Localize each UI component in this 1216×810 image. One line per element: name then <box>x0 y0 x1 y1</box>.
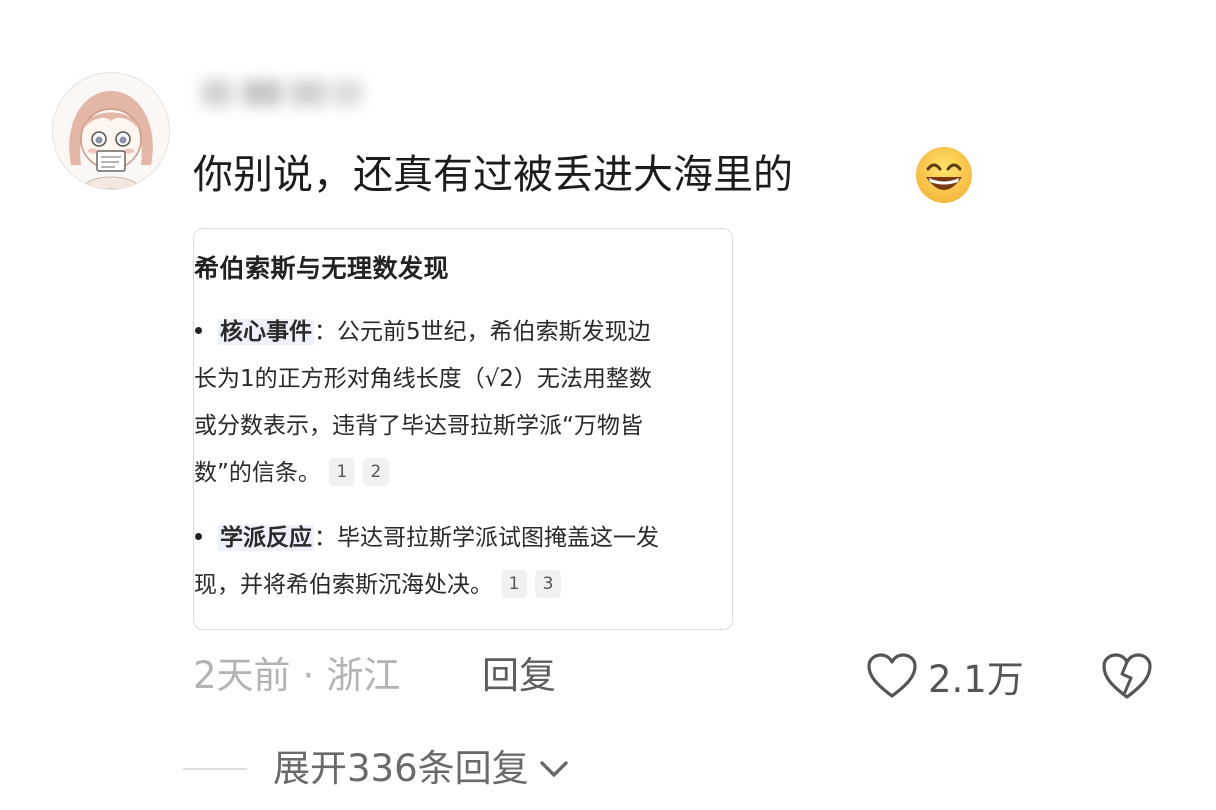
bullet-school-reaction: 学派反应：毕达哥拉斯学派试图掩盖这一发 现，并将希伯索斯沉海处决。 1 3 <box>194 515 732 609</box>
bullet-term: 学派反应 <box>218 525 314 551</box>
bullet-line: 学派反应：毕达哥拉斯学派试图掩盖这一发 <box>194 515 732 562</box>
bullet-text: 现，并将希伯索斯沉海处决。 <box>194 572 493 598</box>
bullet-text: ：毕达哥拉斯学派试图掩盖这一发 <box>314 525 659 551</box>
bullet-term: 核心事件 <box>218 319 314 345</box>
comment-text: 你别说，还真有过被丢进大海里的 <box>193 152 793 198</box>
meta-separator: · <box>302 654 315 697</box>
citation-badge[interactable]: 3 <box>535 569 561 598</box>
grinning-face-icon <box>916 147 972 203</box>
username-blurred[interactable] <box>172 66 372 120</box>
broken-heart-icon[interactable] <box>1100 650 1154 702</box>
citation-badge[interactable]: 2 <box>362 457 389 486</box>
bullet-line: 现，并将希伯索斯沉海处决。 1 3 <box>194 562 732 609</box>
bullet-line: 数”的信条。 1 2 <box>194 450 732 497</box>
citation-badge[interactable]: 1 <box>328 457 355 486</box>
bullet-text: 或分数表示，违背了毕达哥拉斯学派“万物皆 <box>194 413 643 439</box>
avatar-illustration <box>53 73 169 189</box>
ai-summary-card[interactable]: 希伯索斯与无理数发现 核心事件：公元前5世纪，希伯索斯发现边 长为1的正方形对角… <box>193 228 733 630</box>
bullet-dot <box>195 327 202 334</box>
like-button[interactable]: 2.1万 <box>866 648 1024 704</box>
bullet-line: 核心事件：公元前5世纪，希伯索斯发现边 <box>194 309 732 356</box>
expand-replies-button[interactable]: 展开336条回复 <box>273 742 571 796</box>
bullet-text: 长为1的正方形对角线长度（√2）无法用整数 <box>194 366 652 392</box>
bullet-core-event: 核心事件：公元前5世纪，希伯索斯发现边 长为1的正方形对角线长度（√2）无法用整… <box>194 309 732 497</box>
chevron-down-icon <box>539 761 568 777</box>
bullet-text: 数”的信条。 <box>194 460 321 486</box>
comment-location: 浙江 <box>326 654 401 697</box>
expand-replies-label: 展开336条回复 <box>273 747 529 790</box>
comment-meta: 2天前 · 浙江 <box>193 650 400 702</box>
expand-divider <box>183 768 247 770</box>
bullet-dot <box>195 533 202 540</box>
comment-time: 2天前 <box>193 654 291 697</box>
comment-item: 你别说，还真有过被丢进大海里的 希伯索斯与无理数发现 核心事件：公元前5世纪，希… <box>0 0 1216 810</box>
reply-button[interactable]: 回复 <box>482 650 556 702</box>
heart-outline-icon <box>867 653 917 698</box>
avatar[interactable] <box>52 72 170 190</box>
like-count: 2.1万 <box>928 658 1024 701</box>
card-title: 希伯索斯与无理数发现 <box>194 254 450 283</box>
bullet-text: ：公元前5世纪，希伯索斯发现边 <box>314 319 651 345</box>
citation-badge[interactable]: 1 <box>501 569 527 598</box>
